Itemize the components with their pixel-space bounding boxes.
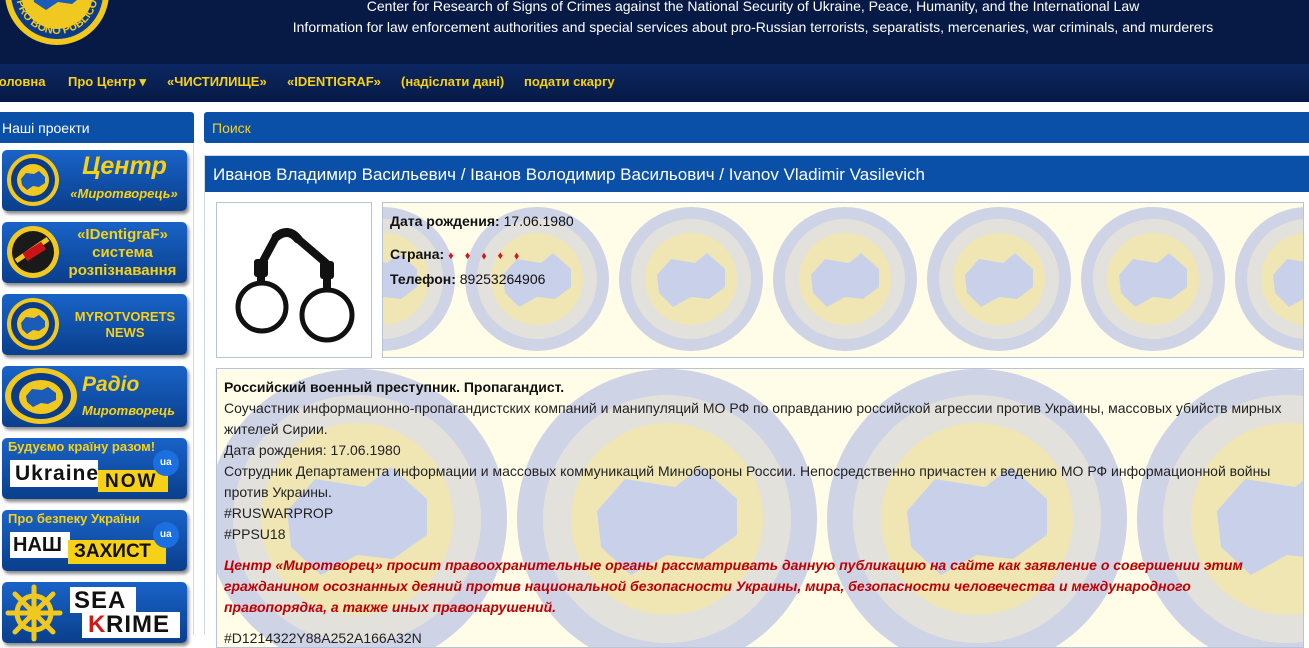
- nav-item-identigraf[interactable]: «IDENTIGRAF»: [287, 74, 381, 90]
- project-zahist-word: ЗАХИСТ: [74, 541, 151, 562]
- news-emblem-icon: [7, 298, 59, 350]
- project-radio-title: Радіо: [82, 373, 140, 396]
- site-header: PRO BONO PUBLICO Center for Research of …: [0, 0, 1309, 64]
- sidebar-header: Наші проекти: [0, 112, 194, 143]
- search-bar[interactable]: Поиск: [204, 112, 1309, 143]
- birth-date-row: Дата рождения: 17.06.1980: [390, 213, 574, 229]
- project-center-title: Центр: [82, 152, 167, 180]
- site-logo[interactable]: PRO BONO PUBLICO: [2, 0, 112, 46]
- project-now-word: NOW: [105, 471, 158, 492]
- description-text: Российский военный преступник. Пропаганд…: [224, 377, 1294, 647]
- phone-value: 89253264906: [459, 271, 546, 287]
- person-description: Российский военный преступник. Пропаганд…: [216, 368, 1304, 648]
- description-birth-date: Дата рождения: 17.06.1980: [224, 442, 401, 458]
- person-panel: Иванов Владимир Васильевич / Іванов Воло…: [204, 155, 1309, 648]
- sidebar-projects: Центр «Миротворець» «IDentigraF» система…: [0, 143, 194, 643]
- project-ukraine-word: Ukraine: [15, 462, 100, 485]
- person-photo[interactable]: [216, 202, 372, 358]
- radio-emblem-icon: [5, 368, 77, 424]
- hashtag[interactable]: #PPSU18: [224, 524, 1294, 545]
- description-heading: Российский военный преступник. Пропаганд…: [224, 379, 565, 395]
- ship-wheel-icon: [5, 584, 63, 642]
- person-facts: Дата рождения: 17.06.1980 Страна: ♦ ♦ ⬧ …: [382, 202, 1304, 358]
- header-tagline-en: Information for law enforcement authorit…: [292, 19, 1214, 35]
- legal-warning: Центр «Миротворец» просит правоохранител…: [224, 557, 1243, 615]
- country-row: Страна: ♦ ♦ ⬧ ♦ ⬧: [390, 246, 523, 263]
- project-ukraine-now-tile[interactable]: Будуємо країну разом! Ukraine NOW ua: [2, 438, 187, 499]
- project-zahist-caption: Про безпеку України: [8, 511, 140, 526]
- country-value: ♦ ♦ ⬧ ♦ ⬧: [448, 250, 524, 262]
- description-paragraph: Соучастник информационно-пропагандистски…: [224, 400, 1282, 437]
- project-identigraf-line3: розпізнавання: [68, 262, 177, 279]
- project-center-subtitle: «Миротворець»: [70, 186, 178, 201]
- sidebar-title: Наші проекти: [2, 120, 90, 136]
- nav-item-about[interactable]: Про Центр ▾: [68, 74, 146, 90]
- main-nav: Головна Про Центр ▾ «ЧИСТИЛИЩЕ» «IDENTIG…: [0, 64, 1309, 102]
- search-label: Поиск: [212, 120, 251, 136]
- ua-badge: ua: [160, 529, 172, 540]
- hashtag[interactable]: #RUSWARPROP: [224, 503, 1294, 524]
- project-news-tile[interactable]: MYROTVORETS NEWS: [2, 294, 187, 355]
- birth-date-label: Дата рождения:: [390, 213, 500, 229]
- birth-date-value: 17.06.1980: [503, 213, 574, 229]
- nav-item-send-data[interactable]: (надіслати дані): [401, 74, 504, 90]
- phone-row: Телефон: 89253264906: [390, 271, 545, 287]
- nav-item-complaint[interactable]: подати скаргу: [524, 74, 615, 90]
- project-identigraf-line2: система: [92, 244, 153, 261]
- person-title-bar: Иванов Владимир Васильевич / Іванов Воло…: [205, 156, 1309, 192]
- phone-label: Телефон:: [390, 271, 456, 287]
- identigraf-emblem-icon: [7, 226, 59, 278]
- project-radio-tile[interactable]: Радіо Миротворець: [2, 366, 187, 427]
- nav-item-chistilishche[interactable]: «ЧИСТИЛИЩЕ»: [167, 74, 267, 90]
- nav-item-home[interactable]: Головна: [0, 74, 45, 90]
- project-ukraine-now-caption: Будуємо країну разом!: [8, 439, 156, 454]
- project-news-title: MYROTVORETS: [74, 309, 176, 324]
- description-paragraph: Сотрудник Департамента информации и масс…: [224, 463, 1271, 500]
- project-sea-krime-tile[interactable]: SEA K RIME: [2, 582, 187, 643]
- project-zahist-tile[interactable]: Про безпеку України НАШ ЗАХИСТ ua: [2, 510, 187, 571]
- project-identigraf-tile[interactable]: «IDentigraF» система розпізнавання: [2, 222, 187, 283]
- person-name: Иванов Владимир Васильевич / Іванов Воло…: [213, 165, 925, 184]
- project-nash-word: НАШ: [13, 534, 62, 556]
- country-label: Страна:: [390, 246, 445, 262]
- record-hash: #D1214322Y88A252A166A32N: [224, 630, 422, 646]
- ua-badge: ua: [160, 457, 172, 468]
- project-news-subtitle: NEWS: [105, 325, 145, 340]
- project-identigraf-title: «IDentigraF»: [77, 226, 168, 243]
- emblem-icon: [7, 154, 59, 206]
- project-radio-subtitle: Миротворець: [82, 403, 175, 418]
- header-subtitle-en: Center for Research of Signs of Crimes a…: [366, 0, 1140, 14]
- handcuffs-icon: [235, 228, 355, 343]
- project-center-tile[interactable]: Центр «Миротворець»: [2, 150, 187, 211]
